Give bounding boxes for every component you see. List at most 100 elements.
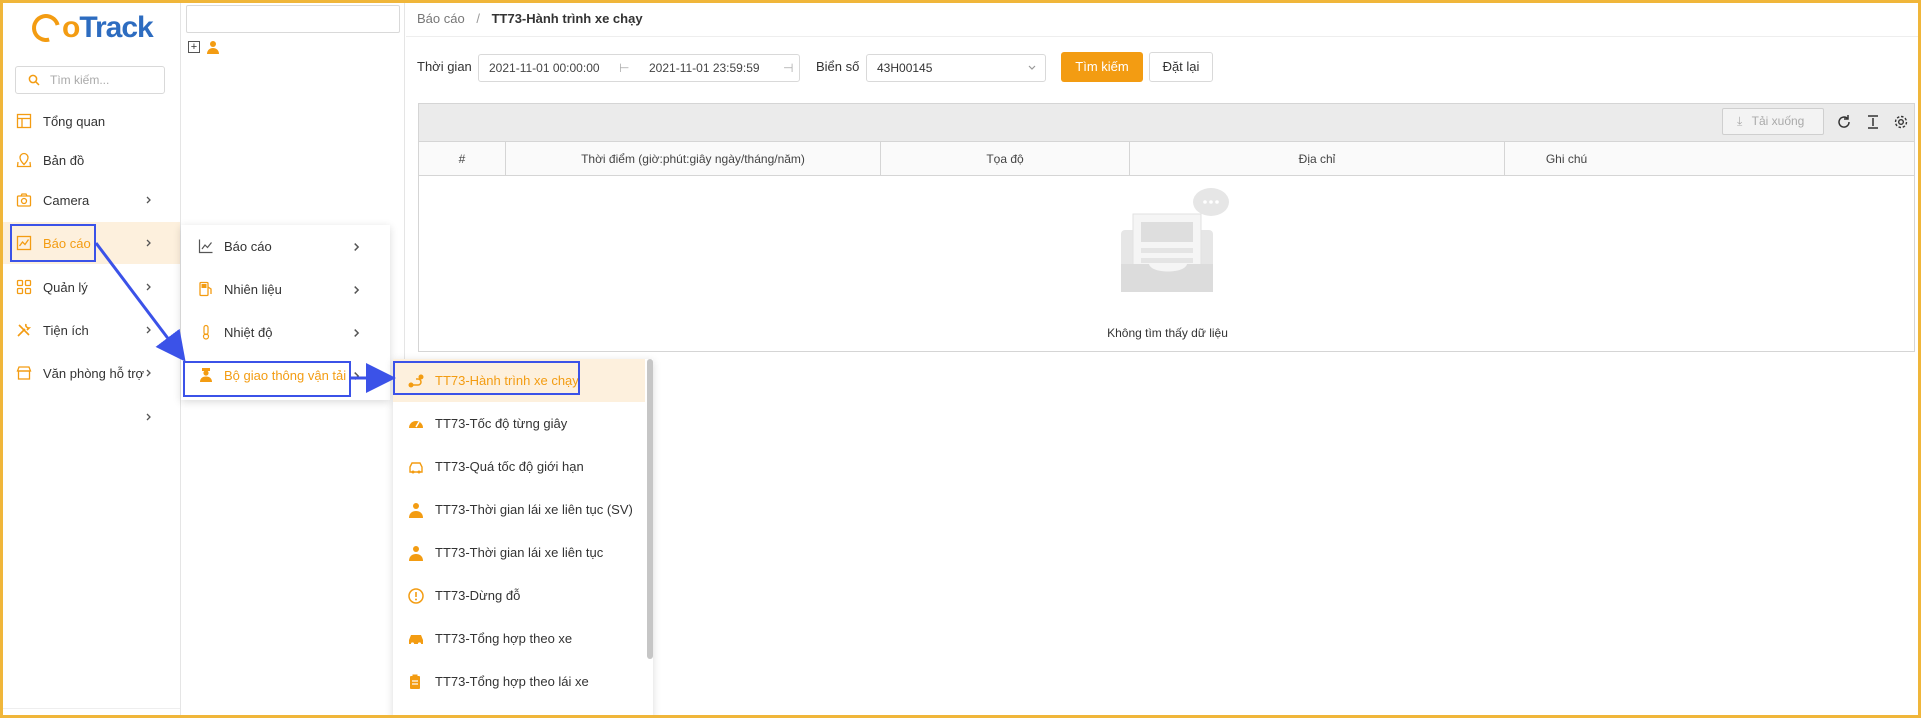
breadcrumb-parent[interactable]: Báo cáo <box>417 11 465 26</box>
end-date-input[interactable]: 2021-11-01 23:59:59 <box>649 61 760 75</box>
submenu2-item-label: TT73-Tổng hợp theo lái xe <box>435 674 589 689</box>
submenu-item-label: Nhiên liệu <box>224 281 282 297</box>
tree-search-input[interactable] <box>186 5 400 33</box>
camera-icon <box>16 193 32 207</box>
plate-select[interactable]: 43H00145 <box>866 54 1046 82</box>
grid-toolbar: ⤓ Tải xuống <box>419 104 1914 142</box>
plate-label: Biển số <box>816 59 860 74</box>
chevron-right-icon <box>354 329 360 337</box>
submenu2-item-label: TT73-Dừng đỗ <box>435 588 521 603</box>
column-height-icon[interactable] <box>1865 114 1881 130</box>
expand-icon[interactable]: + <box>188 41 200 53</box>
driver-icon <box>409 545 423 561</box>
submenu2-item-dung-do[interactable]: TT73-Dừng đỗ <box>393 574 645 617</box>
column-header[interactable]: Ghi chú <box>1505 142 1628 176</box>
breadcrumb-current: TT73-Hành trình xe chạy <box>491 11 643 26</box>
submenu-scrollbar[interactable] <box>647 359 653 659</box>
chevron-right-icon <box>146 239 151 247</box>
user-group-icon <box>207 41 219 54</box>
time-label: Thời gian <box>417 59 472 74</box>
submenu2-item-hanh-trinh[interactable]: TT73-Hành trình xe chạy <box>393 359 645 402</box>
plate-value: 43H00145 <box>877 61 933 75</box>
sidebar-item-label: Quản lý <box>43 279 88 295</box>
submenu2-item-tong-hop-theo-lai-xe[interactable]: TT73-Tổng hợp theo lái xe <box>393 660 645 703</box>
app-logo[interactable]: oTrack <box>26 8 154 48</box>
empty-state-text: Không tìm thấy dữ liệu <box>1107 326 1228 340</box>
sidebar-item-van-phong-ho-tro[interactable]: Văn phòng hỗ trợ <box>0 352 180 394</box>
search-button[interactable]: Tìm kiếm <box>1061 52 1143 82</box>
report-submenu: Báo cáo Nhiên liệu Nhiệt độ Bộ giao thôn… <box>181 225 390 400</box>
submenu-item-nhiet-do[interactable]: Nhiệt độ <box>181 311 390 353</box>
submenu-item-bo-giao-thong-van-tai[interactable]: Bộ giao thông vận tải <box>181 354 390 396</box>
sidebar: oTrack Tìm kiếm... Tổng quan Bản đồ Came… <box>0 0 181 718</box>
car-speed-icon <box>409 461 423 473</box>
column-header[interactable]: # <box>419 142 506 176</box>
reset-button[interactable]: Đặt lại <box>1149 52 1213 82</box>
download-button[interactable]: ⤓ Tải xuống <box>1722 108 1824 135</box>
clipboard-icon <box>410 674 420 689</box>
breadcrumb-separator: / <box>476 11 480 26</box>
chevron-right-icon <box>146 283 151 291</box>
dashboard-icon <box>16 113 32 129</box>
sidebar-item-label: Tổng quan <box>43 113 106 129</box>
tools-icon <box>17 323 32 337</box>
tree-root-row[interactable]: + <box>188 40 220 54</box>
sidebar-footer <box>0 708 180 718</box>
sidebar-search-input[interactable]: Tìm kiếm... <box>15 66 165 94</box>
chevron-right-icon <box>354 372 360 380</box>
column-header[interactable]: Thời điểm (giờ:phút:giây ngày/tháng/năm) <box>506 142 881 176</box>
column-header[interactable]: Tọa độ <box>881 142 1130 176</box>
refresh-icon[interactable] <box>1836 114 1852 130</box>
arrow-right-icon: ⊢ <box>619 61 630 75</box>
chevron-right-icon <box>146 326 151 334</box>
chart-icon <box>16 235 32 251</box>
submenu-item-bao-cao[interactable]: Báo cáo <box>181 225 390 267</box>
sidebar-item-tong-quan[interactable]: Tổng quan <box>0 100 180 142</box>
download-icon: ⤓ <box>1737 114 1743 128</box>
submenu2-item-thoi-gian-lai-xe[interactable]: TT73-Thời gian lái xe liên tục <box>393 531 645 574</box>
sidebar-item-label: Camera <box>43 192 90 208</box>
divider <box>406 36 1921 37</box>
submenu-item-label: Bộ giao thông vận tải <box>224 367 347 383</box>
grid-header-row: # Thời điểm (giờ:phút:giây ngày/tháng/nă… <box>419 142 1914 176</box>
submenu2-item-tong-hop-theo-xe[interactable]: TT73-Tổng hợp theo xe <box>393 617 645 660</box>
submenu2-item-label: TT73-Tốc độ từng giây <box>435 416 568 431</box>
chevron-right-icon <box>354 286 360 294</box>
driver-icon <box>200 368 212 382</box>
date-range-picker[interactable]: 2021-11-01 00:00:00 ⊢ 2021-11-01 23:59:5… <box>478 54 800 82</box>
sidebar-item-bao-cao[interactable]: Báo cáo <box>0 222 180 264</box>
search-icon <box>28 74 40 86</box>
thermometer-icon <box>202 324 210 340</box>
map-icon <box>16 152 32 168</box>
sidebar-item-label: Báo cáo <box>43 235 91 251</box>
chevron-down-icon <box>1028 65 1036 70</box>
sidebar-item-quan-ly[interactable]: Quản lý <box>0 266 180 308</box>
sidebar-item-tien-ich[interactable]: Tiện ích <box>0 309 180 351</box>
logo-pin-icon <box>26 8 66 48</box>
sidebar-item-label: Bản đồ <box>43 152 85 168</box>
settings-icon[interactable] <box>1893 114 1909 130</box>
transport-report-submenu: TT73-Hành trình xe chạy TT73-Tốc độ từng… <box>393 359 653 718</box>
fuel-icon <box>199 281 212 297</box>
submenu2-item-qua-toc-do[interactable]: TT73-Quá tốc độ giới hạn <box>393 445 645 488</box>
start-date-input[interactable]: 2021-11-01 00:00:00 <box>489 61 600 75</box>
submenu-item-nhien-lieu[interactable]: Nhiên liệu <box>181 268 390 310</box>
submenu2-item-thoi-gian-lai-xe-sv[interactable]: TT73-Thời gian lái xe liên tục (SV) <box>393 488 645 531</box>
sidebar-item-ban-do[interactable]: Bản đồ <box>0 139 180 181</box>
logo-text: oTrack <box>62 11 154 44</box>
submenu2-item-toc-do-tung-giay[interactable]: TT73-Tốc độ từng giây <box>393 402 645 445</box>
submenu2-item-label: TT73-Thời gian lái xe liên tục <box>435 545 604 560</box>
column-header[interactable]: Địa chỉ <box>1130 142 1505 176</box>
submenu2-item-label: TT73-Quá tốc độ giới hạn <box>435 459 584 474</box>
sidebar-item-extra[interactable] <box>0 396 180 438</box>
chevron-right-icon <box>354 243 360 251</box>
chevron-right-icon <box>146 413 151 421</box>
route-icon <box>408 374 424 387</box>
empty-inbox-icon <box>1121 188 1229 292</box>
alert-icon <box>408 587 424 604</box>
sidebar-item-camera[interactable]: Camera <box>0 179 180 221</box>
chevron-right-icon <box>146 196 151 204</box>
submenu2-item-label: TT73-Thời gian lái xe liên tục (SV) <box>435 502 633 517</box>
car-icon <box>409 634 423 646</box>
arrow-left-icon: ⊣ <box>783 61 794 75</box>
